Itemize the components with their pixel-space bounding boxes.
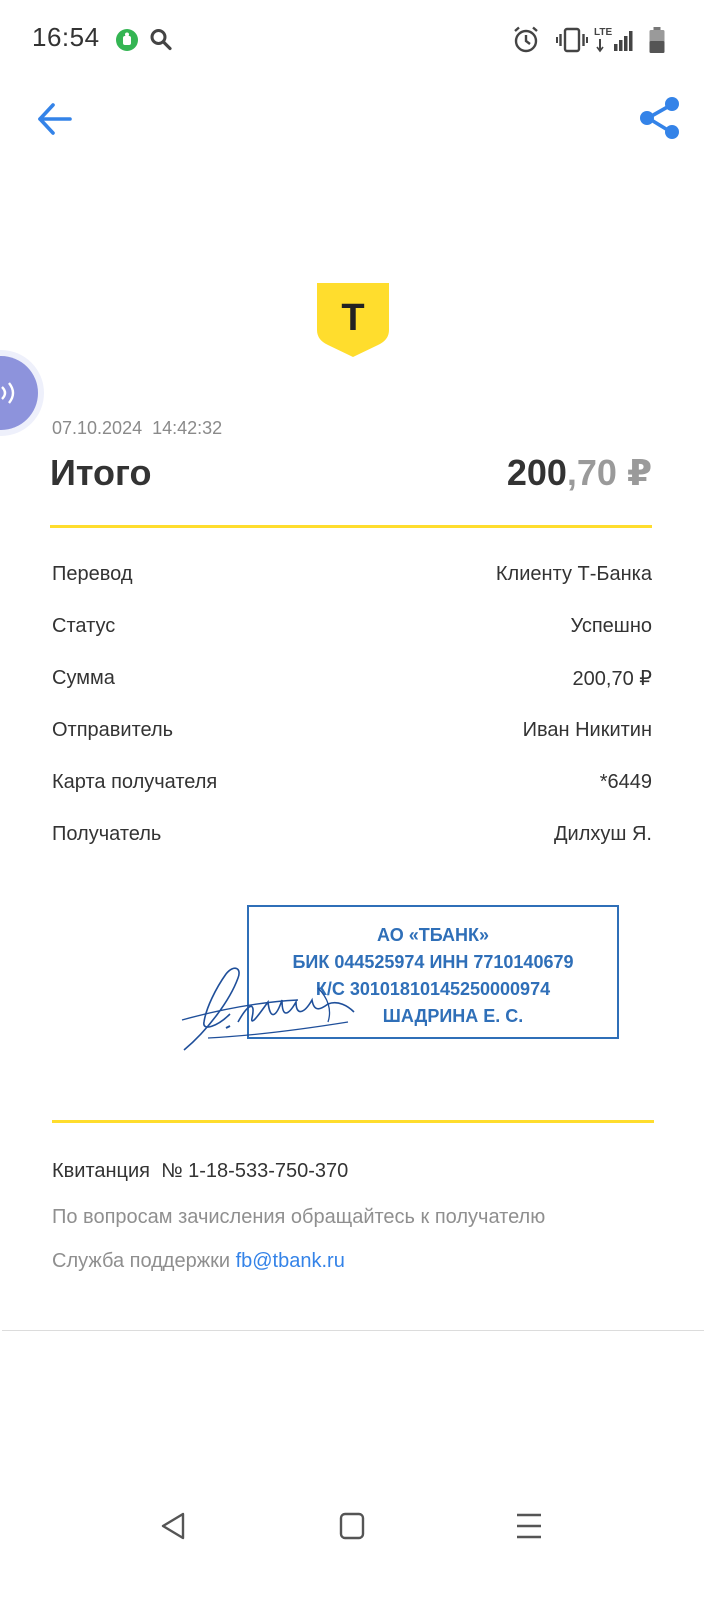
sound-wave-icon xyxy=(1,382,15,404)
nav-back-button[interactable] xyxy=(154,1506,194,1546)
detail-row-recipient-card: Карта получателя *6449 xyxy=(52,767,652,797)
home-square-icon xyxy=(339,1512,365,1540)
detail-row-transfer: Перевод Клиенту Т-Банка xyxy=(52,559,652,589)
detail-label: Сумма xyxy=(52,666,115,689)
nav-menu-button[interactable] xyxy=(510,1506,550,1546)
detail-row-sender: Отправитель Иван Никитин xyxy=(52,715,652,745)
lte-signal-icon: LTE xyxy=(594,27,638,55)
back-triangle-icon xyxy=(161,1512,185,1540)
status-time: 16:54 xyxy=(32,22,100,52)
assistant-bubble-button[interactable] xyxy=(0,356,38,430)
tbank-logo: Т xyxy=(317,283,389,357)
transaction-datetime: 07.10.2024 14:42:32 xyxy=(52,418,223,438)
divider-yellow-top xyxy=(50,525,652,528)
app-notification-icon xyxy=(116,29,138,51)
divider-yellow-bottom xyxy=(52,1120,654,1123)
total-amount-fraction: ,70 ₽ xyxy=(566,452,652,493)
detail-value: 200,70 ₽ xyxy=(572,667,652,690)
alarm-icon xyxy=(514,26,538,53)
detail-value: Дилхуш Я. xyxy=(554,822,652,845)
support-line: Служба поддержки fb@tbank.ru xyxy=(52,1250,345,1273)
detail-label: Отправитель xyxy=(52,718,174,741)
detail-value: Клиенту Т-Банка xyxy=(495,562,652,585)
detail-label: Карта получателя xyxy=(52,770,218,793)
detail-row-recipient: Получатель Дилхуш Я. xyxy=(52,819,652,849)
total-amount: 200,70 ₽ xyxy=(507,452,652,494)
signature-image xyxy=(181,967,355,1051)
battery-icon xyxy=(649,27,665,53)
vibrate-icon xyxy=(556,27,588,53)
support-email-link[interactable]: fb@tbank.ru xyxy=(236,1250,345,1272)
detail-value: Успешно xyxy=(570,614,652,637)
stamp-bank-name: АО «ТБАНК» xyxy=(376,925,490,945)
content-divider xyxy=(2,1330,704,1331)
detail-label: Статус xyxy=(52,614,116,637)
share-button[interactable] xyxy=(632,92,686,146)
menu-lines-icon xyxy=(517,1513,541,1539)
total-amount-integer: 200 xyxy=(506,452,567,493)
support-label: Служба поддержки xyxy=(52,1250,236,1272)
arrow-left-icon xyxy=(38,103,72,135)
enrollment-info: По вопросам зачисления обращайтесь к пол… xyxy=(52,1206,546,1228)
detail-label: Получатель xyxy=(52,822,162,845)
detail-value: Иван Никитин xyxy=(522,718,652,741)
total-label: Итого xyxy=(50,452,152,493)
back-button[interactable] xyxy=(30,96,80,142)
detail-value: *6449 xyxy=(599,770,652,793)
detail-label: Перевод xyxy=(52,562,133,585)
nav-home-button[interactable] xyxy=(332,1506,372,1546)
share-icon xyxy=(640,97,679,139)
detail-row-status: Статус Успешно xyxy=(52,611,652,641)
detail-row-amount: Сумма 200,70 ₽ xyxy=(52,663,652,693)
receipt-number: Квитанция № 1-18-533-750-370 xyxy=(52,1160,349,1182)
svg-text:Т: Т xyxy=(341,297,364,339)
search-icon xyxy=(150,29,172,51)
